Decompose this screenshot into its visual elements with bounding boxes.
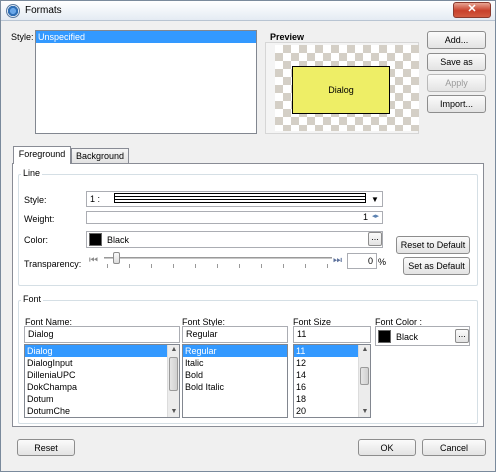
font-style-list[interactable]: Regular Italic Bold Bold Italic [182, 344, 288, 418]
slider-tick [327, 264, 328, 268]
reset-button[interactable]: Reset [17, 439, 75, 456]
ok-button[interactable]: OK [358, 439, 416, 456]
line-color-picker-button[interactable]: ... [368, 232, 382, 246]
cancel-button[interactable]: Cancel [422, 439, 486, 456]
scroll-down-icon[interactable]: ▼ [361, 408, 369, 416]
add-button[interactable]: Add... [427, 31, 486, 49]
list-item[interactable]: 11 [294, 345, 358, 357]
formats-dialog: Formats ✕ Style: Unspecified Preview Dia… [0, 0, 496, 472]
scroll-thumb[interactable] [360, 367, 369, 385]
slider-tick [217, 264, 218, 268]
font-group-title: Font [21, 294, 44, 304]
font-color-value: Black [396, 332, 419, 342]
transparency-input[interactable]: 0 [347, 253, 377, 269]
list-item[interactable]: Bold [183, 369, 287, 381]
close-button[interactable]: ✕ [453, 2, 491, 18]
transparency-unit: % [378, 257, 387, 267]
color-label: Color: [24, 235, 49, 245]
slider-tick [195, 264, 196, 268]
weight-value: 1 [362, 212, 368, 222]
spinner-arrows-icon[interactable]: ◂▸ [372, 212, 379, 220]
slider-tick [283, 264, 284, 268]
slider-max-icon: ⏭ [333, 255, 342, 266]
list-item[interactable]: DokChampa [25, 381, 179, 393]
slider-tick [173, 264, 174, 268]
font-size-scrollbar[interactable]: ▲ ▼ [358, 345, 370, 417]
font-size-input[interactable]: 11 [293, 326, 371, 343]
list-item[interactable]: Regular [183, 345, 287, 357]
list-item[interactable]: Italic [183, 357, 287, 369]
font-size-list[interactable]: 11 12 14 16 18 20 ▲ ▼ [293, 344, 371, 418]
slider-tick [107, 264, 108, 268]
app-icon [6, 4, 20, 18]
style-list[interactable]: Unspecified [35, 30, 257, 134]
line-color-value: Black [107, 235, 130, 245]
preview-label: Preview [270, 32, 305, 42]
save-as-button[interactable]: Save as [427, 53, 486, 71]
transparency-value: 0 [367, 256, 373, 266]
apply-button[interactable]: Apply [427, 74, 486, 92]
list-item[interactable]: DialogInput [25, 357, 179, 369]
list-item[interactable]: DilleniaUPC [25, 369, 179, 381]
foreground-panel: Line Style: 1 : ▼ Weight: 1 ◂▸ Color: Bl… [12, 163, 484, 427]
list-item[interactable]: DotumChe [25, 405, 179, 417]
slider-tick [129, 264, 130, 268]
font-style-input[interactable]: Regular [182, 326, 288, 343]
reset-to-default-button[interactable]: Reset to Default [396, 236, 470, 254]
slider-tick [239, 264, 240, 268]
weight-spinner[interactable]: 1 [86, 211, 383, 224]
list-item[interactable]: Dialog [25, 345, 167, 357]
transparency-slider-track[interactable] [104, 257, 332, 259]
style-list-item[interactable]: Unspecified [36, 31, 256, 43]
list-item[interactable]: Bold Italic [183, 381, 287, 393]
tab-background[interactable]: Background [71, 148, 129, 164]
line-group-title: Line [21, 168, 43, 178]
window-title: Formats [25, 5, 62, 16]
font-style-value: Regular [186, 329, 218, 339]
font-name-scrollbar[interactable]: ▲ ▼ [167, 345, 179, 417]
slider-tick [305, 264, 306, 268]
line-color-field[interactable] [86, 231, 383, 248]
transparency-label: Transparency: [24, 259, 82, 269]
slider-tick [261, 264, 262, 268]
title-bar[interactable]: Formats ✕ [1, 1, 495, 21]
line-style-sample-frame [114, 193, 366, 203]
scroll-up-icon[interactable]: ▲ [170, 346, 178, 354]
line-style-label: Style: [24, 195, 47, 205]
line-style-value: 1 : [90, 194, 101, 204]
scroll-up-icon[interactable]: ▲ [361, 346, 369, 354]
scroll-thumb[interactable] [169, 357, 178, 391]
slider-min-icon: ⏮ [89, 255, 98, 266]
preview-dialog-node: Dialog [292, 66, 390, 114]
font-size-value: 11 [297, 329, 307, 339]
style-label: Style: [11, 32, 34, 42]
font-name-input[interactable]: Dialog [24, 326, 180, 343]
font-color-picker-button[interactable]: ... [455, 329, 469, 343]
font-color-swatch [378, 330, 391, 343]
import-button[interactable]: Import... [427, 95, 486, 113]
line-color-swatch [89, 233, 102, 246]
list-item[interactable]: Dotum [25, 393, 179, 405]
tab-foreground[interactable]: Foreground [13, 146, 71, 164]
transparency-slider-ticks [107, 264, 333, 270]
weight-label: Weight: [24, 214, 55, 224]
scroll-down-icon[interactable]: ▼ [170, 408, 178, 416]
transparency-slider-thumb[interactable] [113, 252, 120, 264]
set-as-default-button[interactable]: Set as Default [403, 257, 470, 275]
font-name-list[interactable]: Dialog DialogInput DilleniaUPC DokChampa… [24, 344, 180, 418]
chevron-down-icon[interactable]: ▼ [371, 195, 379, 204]
slider-tick [151, 264, 152, 268]
font-name-value: Dialog [28, 329, 54, 339]
